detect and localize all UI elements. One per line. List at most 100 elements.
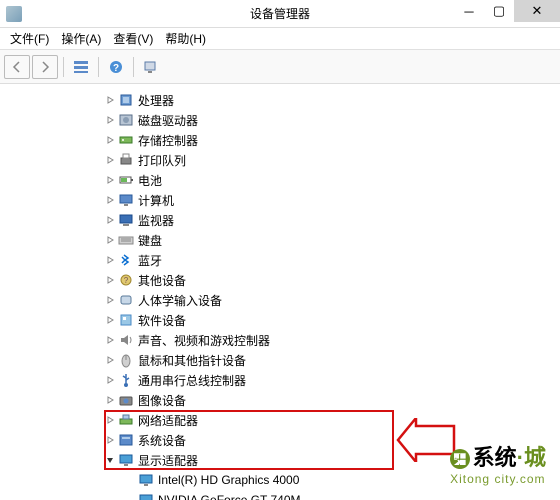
expand-icon[interactable] [104, 94, 116, 106]
tree-item-label: 磁盘驱动器 [138, 112, 198, 129]
maximize-button[interactable]: ▢ [484, 0, 514, 22]
tree-item[interactable]: 处理器 [104, 90, 556, 110]
tree-item-label: 键盘 [138, 232, 162, 249]
close-button[interactable]: ✕ [514, 0, 560, 22]
menubar: 文件(F) 操作(A) 查看(V) 帮助(H) [0, 28, 560, 50]
tree-item-label: 通用串行总线控制器 [138, 372, 246, 389]
expand-icon[interactable] [104, 414, 116, 426]
tree-item-label: 显示适配器 [138, 452, 198, 469]
tree-item[interactable]: 人体学输入设备 [104, 290, 556, 310]
tree-item-label: 存储控制器 [138, 132, 198, 149]
menu-action[interactable]: 操作(A) [55, 28, 107, 49]
bluetooth-icon [118, 252, 134, 268]
storage-icon [118, 132, 134, 148]
minimize-button[interactable]: ─ [454, 0, 484, 22]
expand-icon[interactable] [104, 134, 116, 146]
tree-item-label: NVIDIA GeForce GT 740M [158, 493, 301, 500]
device-tree[interactable]: 处理器磁盘驱动器存储控制器打印队列电池计算机监视器键盘蓝牙? 其他设备人体学输入设… [0, 84, 560, 500]
audio-icon [118, 332, 134, 348]
display-icon [138, 472, 154, 488]
nav-back-button[interactable] [4, 55, 30, 79]
tree-item-label: 软件设备 [138, 312, 186, 329]
network-icon [118, 412, 134, 428]
expand-icon[interactable] [104, 194, 116, 206]
tree-item-label: 监视器 [138, 212, 174, 229]
svg-text:?: ? [113, 63, 119, 74]
tree-item[interactable]: 系统设备 [104, 430, 556, 450]
toolbar-help-button[interactable]: ? [104, 55, 128, 79]
tree-item[interactable]: 监视器 [104, 210, 556, 230]
tree-item[interactable]: 打印队列 [104, 150, 556, 170]
tree-item[interactable]: 通用串行总线控制器 [104, 370, 556, 390]
expand-icon[interactable] [104, 274, 116, 286]
toolbar-scan-button[interactable] [139, 55, 163, 79]
tree-item[interactable]: 鼠标和其他指针设备 [104, 350, 556, 370]
tree-item[interactable]: 磁盘驱动器 [104, 110, 556, 130]
printer-icon [118, 152, 134, 168]
tree-item[interactable]: 网络适配器 [104, 410, 556, 430]
tree-item-label: 其他设备 [138, 272, 186, 289]
tree-item[interactable]: 计算机 [104, 190, 556, 210]
mouse-icon [118, 352, 134, 368]
tree-item[interactable]: 声音、视频和游戏控制器 [104, 330, 556, 350]
display-icon [138, 492, 154, 500]
expand-icon[interactable] [104, 214, 116, 226]
system-icon [118, 432, 134, 448]
tree-child-item[interactable]: NVIDIA GeForce GT 740M [124, 490, 556, 500]
toolbar: ? [0, 50, 560, 84]
disk-icon [118, 112, 134, 128]
imaging-icon [118, 392, 134, 408]
tree-item[interactable]: ? 其他设备 [104, 270, 556, 290]
hid-icon [118, 292, 134, 308]
tree-item[interactable]: 软件设备 [104, 310, 556, 330]
display-icon [118, 452, 134, 468]
monitor-icon [118, 212, 134, 228]
expand-icon[interactable] [104, 294, 116, 306]
battery-icon [118, 172, 134, 188]
toolbar-separator [63, 57, 64, 77]
tree-item-label: 网络适配器 [138, 412, 198, 429]
window-controls: ─ ▢ ✕ [454, 0, 560, 22]
tree-item[interactable]: 蓝牙 [104, 250, 556, 270]
tree-item-label: 系统设备 [138, 432, 186, 449]
svg-text:?: ? [124, 276, 129, 285]
expand-icon[interactable] [104, 354, 116, 366]
expand-icon[interactable] [104, 394, 116, 406]
tree-item-label: 蓝牙 [138, 252, 162, 269]
expand-icon[interactable] [104, 314, 116, 326]
tree-item-label: Intel(R) HD Graphics 4000 [158, 473, 299, 487]
expand-icon[interactable] [104, 154, 116, 166]
menu-file[interactable]: 文件(F) [4, 28, 55, 49]
software-icon [118, 312, 134, 328]
expand-icon[interactable] [104, 334, 116, 346]
usb-icon [118, 372, 134, 388]
tree-item-label: 打印队列 [138, 152, 186, 169]
expand-icon[interactable] [104, 114, 116, 126]
expand-icon[interactable] [104, 254, 116, 266]
tree-item-label: 鼠标和其他指针设备 [138, 352, 246, 369]
tree-item-label: 图像设备 [138, 392, 186, 409]
toolbar-separator [98, 57, 99, 77]
toolbar-details-button[interactable] [69, 55, 93, 79]
collapse-icon[interactable] [104, 454, 116, 466]
expand-icon[interactable] [104, 234, 116, 246]
tree-child-item[interactable]: Intel(R) HD Graphics 4000 [124, 470, 556, 490]
tree-item[interactable]: 键盘 [104, 230, 556, 250]
expand-icon[interactable] [104, 174, 116, 186]
titlebar: 设备管理器 ─ ▢ ✕ [0, 0, 560, 28]
tree-item[interactable]: 显示适配器 [104, 450, 556, 470]
nav-forward-button[interactable] [32, 55, 58, 79]
tree-item[interactable]: 电池 [104, 170, 556, 190]
expand-icon[interactable] [104, 374, 116, 386]
keyboard-icon [118, 232, 134, 248]
window-title: 设备管理器 [250, 5, 310, 22]
toolbar-separator [133, 57, 134, 77]
tree-item[interactable]: 图像设备 [104, 390, 556, 410]
menu-view[interactable]: 查看(V) [107, 28, 159, 49]
app-icon [6, 6, 22, 22]
tree-item[interactable]: 存储控制器 [104, 130, 556, 150]
tree-item-label: 电池 [138, 172, 162, 189]
tree-item-label: 处理器 [138, 92, 174, 109]
menu-help[interactable]: 帮助(H) [159, 28, 212, 49]
expand-icon[interactable] [104, 434, 116, 446]
